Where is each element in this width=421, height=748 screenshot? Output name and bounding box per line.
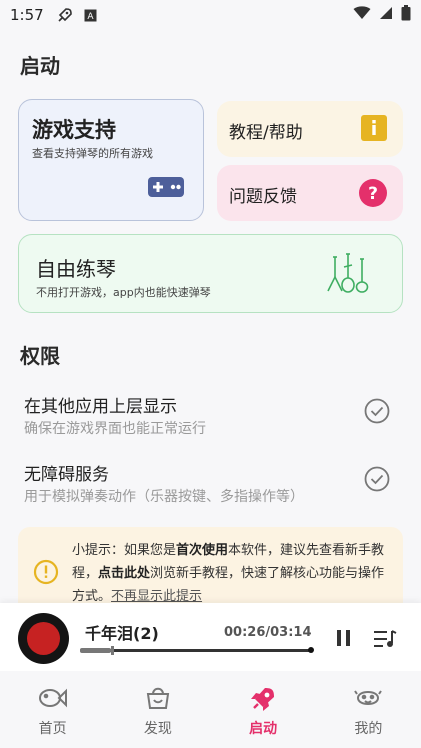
song-title: 千年泪(2) — [85, 624, 159, 643]
progress-thumb[interactable] — [111, 646, 115, 655]
tab-mine[interactable]: 我的 — [316, 671, 421, 748]
svg-text:A: A — [87, 12, 94, 22]
status-bar: 1:57 A — [0, 0, 421, 30]
permission-overlay-subtitle: 确保在游戏界面也能正常运行 — [24, 421, 206, 437]
progress-fill — [80, 648, 112, 653]
feedback-card[interactable]: 问题反馈 ? — [217, 165, 403, 221]
rocket-icon — [249, 685, 277, 717]
help-card[interactable]: 教程/帮助 — [217, 101, 403, 157]
instruments-icon — [324, 251, 372, 299]
fish-icon — [38, 685, 68, 715]
question-icon: ? — [358, 178, 388, 212]
pause-button[interactable] — [335, 629, 353, 651]
dismiss-tip-link[interactable]: 不再显示此提示 — [111, 589, 202, 604]
info-icon — [360, 114, 388, 146]
permission-overlay-item[interactable]: 在其他应用上层显示 确保在游戏界面也能正常运行 — [24, 392, 396, 442]
mini-player[interactable]: 千年泪(2) 00:26/03:14 — [0, 603, 421, 671]
progress-end — [308, 647, 314, 653]
tab-discover-label: 发现 — [143, 721, 172, 737]
playlist-button[interactable] — [373, 629, 397, 653]
wifi-icon — [353, 6, 371, 24]
progress-bar[interactable] — [80, 646, 314, 655]
permission-accessibility-item[interactable]: 无障碍服务 用于模拟弹奏动作（乐器按键、多指操作等） — [24, 460, 396, 510]
tip-text-part: 小提示：如果您是 — [72, 543, 177, 558]
feedback-title: 问题反馈 — [229, 187, 297, 207]
check-circle-icon — [364, 466, 390, 496]
check-circle-icon — [364, 398, 390, 428]
permission-overlay-title: 在其他应用上层显示 — [24, 397, 177, 417]
signal-icon — [379, 6, 393, 24]
status-time: 1:57 — [10, 6, 44, 24]
keyboard-notification-icon: A — [84, 9, 97, 22]
tip-text: 小提示：如果您是首次使用本软件，建议先查看新手教程，点击此处浏览新手教程，快速了… — [72, 539, 392, 608]
tab-discover[interactable]: 发现 — [105, 671, 210, 748]
tip-click-here-link[interactable]: 点击此处 — [98, 566, 150, 581]
bottom-tab-bar: 首页 发现 启动 我的 — [0, 671, 421, 748]
free-practice-subtitle: 不用打开游戏，app内也能快速弹琴 — [36, 286, 211, 299]
warning-circle-icon — [33, 559, 59, 589]
battery-icon — [401, 5, 411, 25]
permission-accessibility-title: 无障碍服务 — [24, 465, 109, 485]
tab-home[interactable]: 首页 — [0, 671, 105, 748]
help-title: 教程/帮助 — [229, 123, 303, 143]
game-support-card[interactable]: 游戏支持 查看支持弹琴的所有游戏 — [18, 99, 204, 221]
game-support-subtitle: 查看支持弹琴的所有游戏 — [32, 147, 153, 160]
tab-home-label: 首页 — [38, 721, 67, 737]
tip-first-use: 首次使用 — [176, 543, 229, 558]
permission-accessibility-subtitle: 用于模拟弹奏动作（乐器按键、多指操作等） — [24, 489, 304, 505]
tab-mine-label: 我的 — [354, 721, 383, 737]
game-support-title: 游戏支持 — [32, 118, 116, 142]
album-art[interactable] — [18, 613, 69, 664]
free-practice-title: 自由练琴 — [36, 257, 116, 281]
face-icon — [354, 685, 383, 715]
free-practice-card[interactable]: 自由练琴 不用打开游戏，app内也能快速弹琴 — [18, 234, 403, 313]
gamepad-icon — [147, 176, 185, 202]
basket-icon — [145, 685, 171, 715]
rocket-notification-icon — [56, 6, 74, 24]
song-time: 00:26/03:14 — [224, 625, 312, 640]
section-title-permissions: 权限 — [20, 344, 60, 368]
tab-launch-label: 启动 — [249, 721, 278, 737]
section-title-start: 启动 — [20, 54, 60, 78]
svg-text:?: ? — [368, 184, 378, 204]
tab-launch[interactable]: 启动 — [211, 671, 316, 748]
